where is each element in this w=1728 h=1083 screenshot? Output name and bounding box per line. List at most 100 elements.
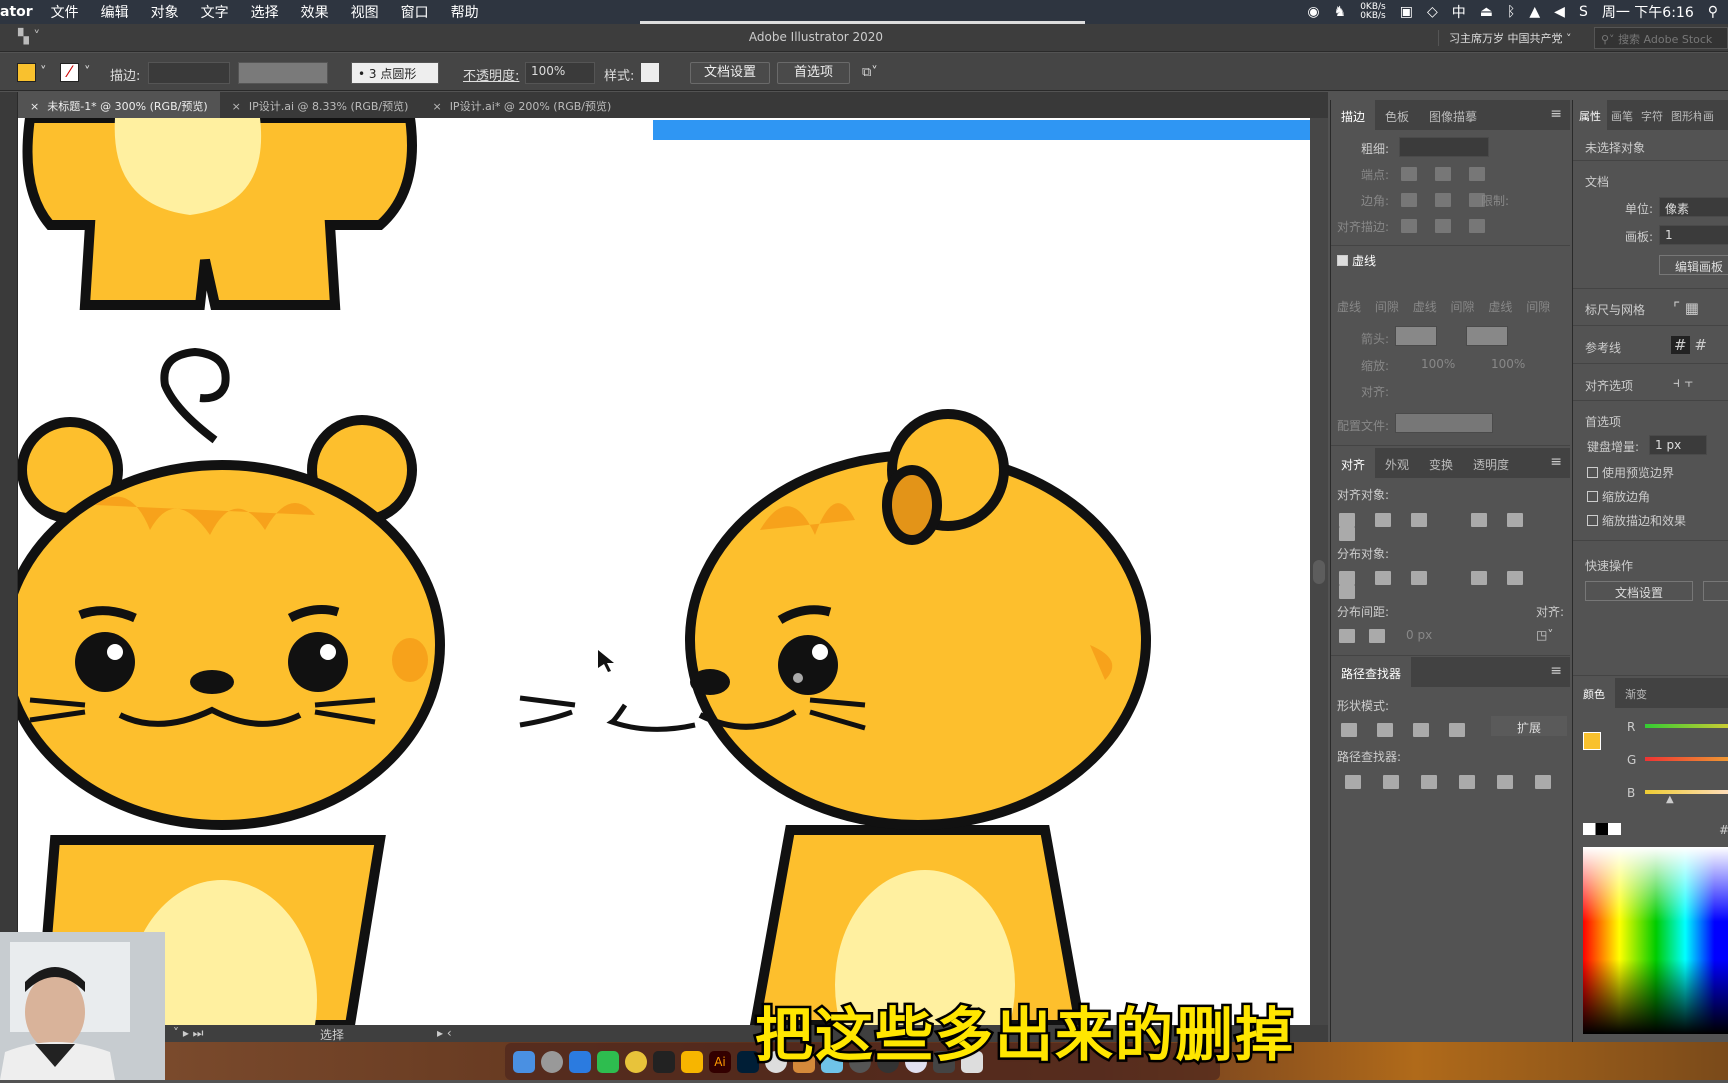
menu-select[interactable]: 选择	[251, 2, 279, 22]
tab-gradient[interactable]: 渐变	[1615, 678, 1657, 708]
eject-icon[interactable]: ▲	[1529, 4, 1540, 20]
display-icon[interactable]: ▣	[1400, 4, 1413, 20]
tab-swatches[interactable]: 色板	[1375, 100, 1419, 130]
figma-icon[interactable]	[653, 1050, 675, 1073]
tab-color[interactable]: 颜色	[1573, 678, 1615, 708]
preferences-quick-button[interactable]	[1703, 581, 1728, 601]
workspace-name[interactable]: 习主席万岁 中国共产党 ˅	[1438, 30, 1572, 46]
scale-strokes-effects-checkbox[interactable]: 缩放描边和效果	[1587, 512, 1686, 529]
airplay-icon[interactable]: ⏏	[1480, 4, 1493, 20]
illustrator-icon[interactable]: Ai	[709, 1050, 731, 1073]
tab-appearance[interactable]: 外观	[1375, 448, 1419, 478]
green-slider[interactable]	[1645, 757, 1728, 761]
blue-slider-handle[interactable]: ▲	[1666, 794, 1674, 805]
color-spectrum[interactable]	[1583, 847, 1728, 1034]
dashed-line-checkbox[interactable]: 虚线	[1337, 252, 1376, 269]
menu-effect[interactable]: 效果	[301, 2, 329, 22]
sketch-icon[interactable]	[681, 1050, 703, 1073]
arrowhead-start[interactable]	[1395, 326, 1437, 346]
fill-dropdown-icon[interactable]: ˅	[40, 65, 47, 80]
document-setup-quick-button[interactable]: 文档设置	[1585, 581, 1693, 601]
blue-slider[interactable]	[1645, 790, 1728, 794]
shape-mode-buttons[interactable]	[1341, 722, 1483, 737]
tab-brushes[interactable]: 画笔	[1607, 100, 1637, 130]
menu-type[interactable]: 文字	[201, 2, 229, 22]
graphic-style-swatch[interactable]	[641, 63, 659, 82]
tools-panel[interactable]	[0, 92, 18, 1042]
distribute-object-buttons[interactable]	[1339, 570, 1570, 599]
arrange-documents-icon[interactable]: ⧉˅	[862, 65, 878, 80]
cap-buttons[interactable]	[1401, 166, 1503, 181]
obs-icon[interactable]: ◉	[1307, 4, 1319, 20]
cat-icon[interactable]: ♞	[1334, 4, 1347, 20]
document-setup-button[interactable]: 文档设置	[690, 62, 770, 84]
tab-untitled[interactable]: × 未标题-1* @ 300% (RGB/预览)	[18, 92, 220, 118]
status-tool[interactable]: 选择	[320, 1026, 344, 1043]
align-object-buttons[interactable]	[1339, 512, 1570, 541]
stroke-weight-field[interactable]	[1399, 137, 1489, 157]
fill-swatch[interactable]	[17, 63, 36, 82]
scale-start[interactable]: 100%	[1421, 357, 1455, 371]
spacing-input[interactable]: 0 px	[1406, 628, 1432, 642]
brush-definition[interactable]: • 3 点圆形	[351, 62, 439, 84]
profile-dropdown[interactable]	[1395, 413, 1493, 433]
keyboard-increment-input[interactable]: 1 px	[1649, 435, 1707, 455]
tab-transform[interactable]: 变换	[1419, 448, 1463, 478]
guides-icons[interactable]: # #	[1671, 336, 1707, 354]
tab-artboards[interactable]: 画	[1701, 100, 1716, 130]
menu-object[interactable]: 对象	[151, 2, 179, 22]
tab-transparency[interactable]: 透明度	[1463, 448, 1519, 478]
clock[interactable]: 周一 下午6:16	[1602, 2, 1694, 22]
zoom-dropdown-icon[interactable]: ˅ ▸ ⏭	[173, 1026, 203, 1041]
panel-menu-icon[interactable]: ≡	[1550, 663, 1562, 679]
rulers-grid-icons[interactable]: ⌜ ▦	[1673, 299, 1699, 317]
artboard-canvas[interactable]	[18, 118, 1310, 1025]
menu-view[interactable]: 视图	[351, 2, 379, 22]
launchpad-icon[interactable]	[541, 1050, 563, 1073]
menu-help[interactable]: 帮助	[451, 2, 479, 22]
stroke-swatch-none-icon[interactable]: ⁄	[60, 63, 79, 82]
units-dropdown[interactable]: 像素	[1659, 197, 1728, 217]
variable-width-profile[interactable]	[238, 62, 328, 84]
tab-stroke[interactable]: 描边	[1331, 100, 1376, 130]
app-menu[interactable]: ator	[0, 4, 33, 20]
close-icon[interactable]: ×	[232, 100, 241, 113]
menu-window[interactable]: 窗口	[401, 2, 429, 22]
stroke-dropdown-icon[interactable]: ˅	[84, 65, 91, 80]
input-method[interactable]: 中	[1452, 2, 1466, 22]
stock-search-input[interactable]: ⚲˅ 搜索 Adobe Stock	[1594, 27, 1728, 49]
tab-properties[interactable]: 属性	[1573, 100, 1607, 130]
panel-menu-icon[interactable]: ≡	[1550, 454, 1562, 470]
preferences-button[interactable]: 首选项	[777, 62, 850, 84]
volume-icon[interactable]: ◀	[1554, 4, 1565, 20]
opacity-label[interactable]: 不透明度:	[463, 65, 519, 84]
tab-align[interactable]: 对齐	[1331, 448, 1376, 478]
snap-icons[interactable]: ⫞ ⫟	[1673, 375, 1693, 391]
opacity-input[interactable]: 100%	[525, 62, 595, 84]
tab-graphic-styles[interactable]: 图形样式	[1667, 100, 1701, 130]
chrome-icon[interactable]	[625, 1050, 647, 1073]
tab-image-trace[interactable]: 图像描摹	[1419, 100, 1487, 130]
menu-file[interactable]: 文件	[51, 2, 79, 22]
red-slider[interactable]	[1645, 724, 1728, 728]
use-preview-bounds-checkbox[interactable]: 使用预览边界	[1587, 464, 1674, 481]
wifi-icon[interactable]: ◇	[1427, 4, 1438, 20]
spotlight-icon[interactable]: ⚲	[1708, 4, 1718, 20]
scale-end[interactable]: 100%	[1491, 357, 1525, 371]
fill-color-swatch[interactable]	[1583, 732, 1601, 750]
stroke-weight-input[interactable]	[148, 62, 230, 84]
scrollbar-thumb[interactable]	[1313, 560, 1325, 584]
wechat-icon[interactable]	[597, 1050, 619, 1073]
none-black-white-swatches[interactable]	[1583, 823, 1621, 835]
tab-ip-design[interactable]: × IP设计.ai @ 8.33% (RGB/预览)	[220, 92, 421, 118]
pathfinder-buttons[interactable]	[1345, 774, 1569, 789]
lark-icon[interactable]	[569, 1050, 591, 1073]
finder-icon[interactable]	[513, 1050, 535, 1073]
close-icon[interactable]: ×	[432, 100, 441, 113]
sogou-icon[interactable]: S	[1579, 4, 1588, 20]
expand-button[interactable]: 扩展	[1491, 716, 1567, 736]
bluetooth-icon[interactable]: ᛒ	[1507, 4, 1515, 20]
distribute-spacing-buttons[interactable]	[1339, 628, 1403, 643]
align-to-artboard-icon[interactable]: ◳˅	[1536, 628, 1553, 642]
tab-ip-design-200[interactable]: × IP设计.ai* @ 200% (RGB/预览)	[420, 92, 623, 118]
